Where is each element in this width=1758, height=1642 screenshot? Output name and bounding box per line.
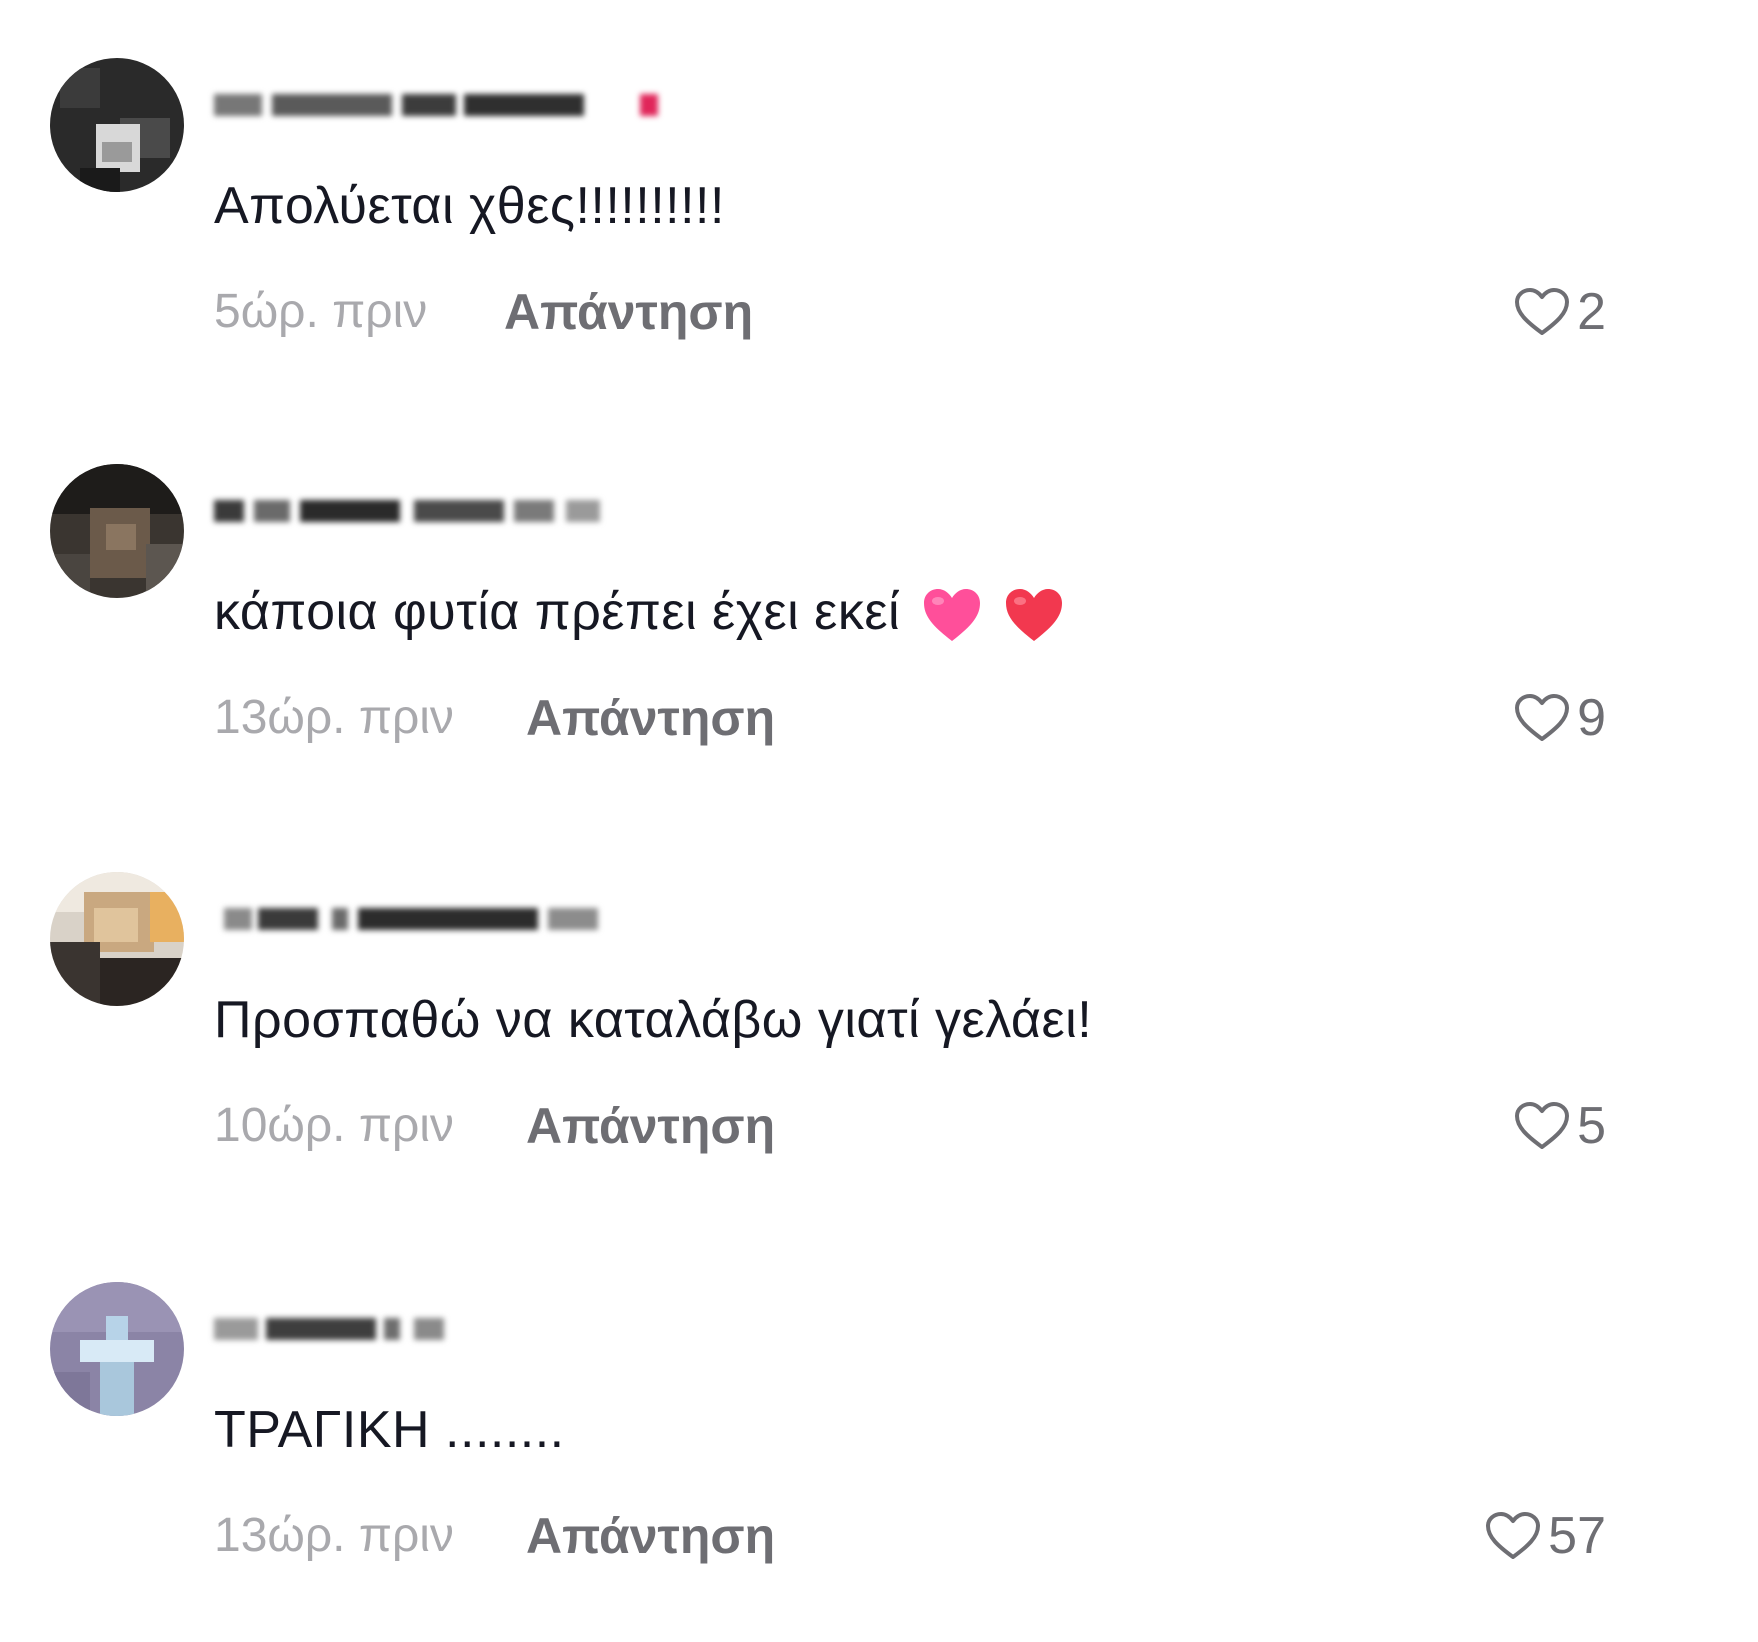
heart-outline-icon — [1515, 288, 1570, 335]
timestamp: 13ώρ. πριν — [214, 1509, 454, 1562]
comment-text: κάποια φυτία πρέπει έχει εκεί — [214, 582, 1066, 645]
username-redacted[interactable] — [214, 1312, 674, 1346]
like-count: 9 — [1577, 689, 1606, 747]
avatar[interactable] — [50, 1282, 184, 1416]
comment-text: Προσπαθώ να καταλάβω γιατί γελάει! — [214, 991, 1093, 1049]
timestamp: 13ώρ. πριν — [214, 691, 454, 744]
comment-meta: 13ώρ. πριν Απάντηση 9 — [214, 686, 1634, 750]
comment-text: Απολύεται χθες!!!!!!!!!! — [214, 177, 725, 235]
comment-meta: 5ώρ. πριν Απάντηση 2 — [214, 280, 1634, 344]
comment-text-body: κάποια φυτία πρέπει έχει εκεί — [214, 583, 901, 641]
avatar[interactable] — [50, 872, 184, 1006]
username-redacted[interactable] — [214, 902, 674, 936]
avatar[interactable] — [50, 464, 184, 598]
comment-item: κάποια φυτία πρέπει έχει εκεί 13ώρ. πριν… — [0, 464, 1758, 824]
like-count: 2 — [1577, 283, 1606, 341]
heart-outline-icon — [1486, 1512, 1541, 1559]
username-redacted[interactable] — [214, 494, 674, 528]
reply-button[interactable]: Απάντηση — [526, 1504, 775, 1568]
heart-outline-icon — [1515, 694, 1570, 741]
comment-text: ΤΡΑΓΙΚΗ ........ — [214, 1401, 565, 1459]
like-count: 5 — [1577, 1097, 1606, 1155]
comment-meta: 13ώρ. πριν Απάντηση 57 — [214, 1504, 1634, 1568]
comment-item: ΤΡΑΓΙΚΗ ........ 13ώρ. πριν Απάντηση 57 — [0, 1282, 1758, 1642]
heart-emoji-icon — [1006, 589, 1063, 642]
avatar[interactable] — [50, 58, 184, 192]
username-redacted[interactable] — [214, 88, 674, 122]
reply-button[interactable]: Απάντηση — [526, 686, 775, 750]
timestamp: 10ώρ. πριν — [214, 1099, 454, 1152]
comment-item: Προσπαθώ να καταλάβω γιατί γελάει! 10ώρ.… — [0, 872, 1758, 1232]
like-button[interactable]: 2 — [1513, 280, 1606, 344]
heart-emoji-icon — [924, 589, 981, 642]
like-count: 57 — [1548, 1507, 1606, 1565]
like-button[interactable]: 5 — [1513, 1094, 1606, 1158]
comment-list: Απολύεται χθες!!!!!!!!!! 5ώρ. πριν Απάντ… — [0, 0, 1758, 1626]
reply-button[interactable]: Απάντηση — [526, 1094, 775, 1158]
heart-outline-icon — [1515, 1102, 1570, 1149]
like-button[interactable]: 57 — [1484, 1504, 1606, 1568]
timestamp: 5ώρ. πριν — [214, 285, 428, 338]
comment-meta: 10ώρ. πριν Απάντηση 5 — [214, 1094, 1634, 1158]
reply-button[interactable]: Απάντηση — [504, 280, 753, 344]
like-button[interactable]: 9 — [1513, 686, 1606, 750]
comment-item: Απολύεται χθες!!!!!!!!!! 5ώρ. πριν Απάντ… — [0, 58, 1758, 418]
